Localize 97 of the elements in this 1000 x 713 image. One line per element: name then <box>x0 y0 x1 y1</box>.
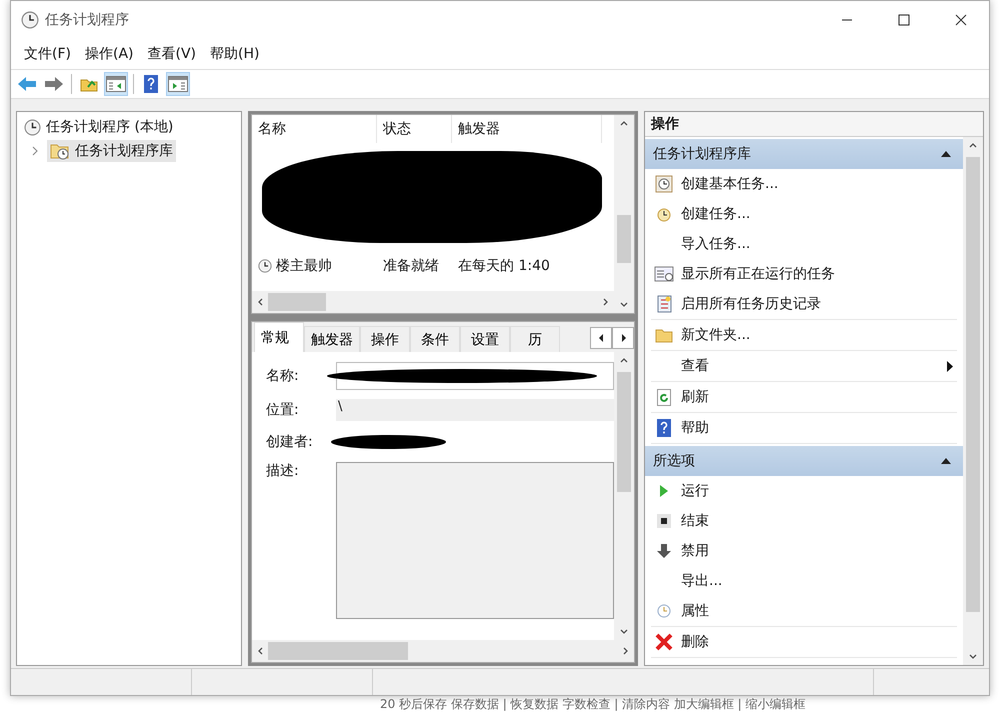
action-item[interactable]: 查看 <box>647 351 957 381</box>
background-page-text: 20 秒后保存 保存数据 | 恢复数据 字数检查 | 清除内容 加大编辑框 | 缩小编辑框 <box>379 696 807 712</box>
tab[interactable]: 常规 <box>254 322 304 352</box>
left-triangle-icon <box>598 334 604 342</box>
field-label: 创建者: <box>266 433 314 451</box>
column-header[interactable]: 状态 <box>377 115 452 143</box>
help-icon <box>657 419 671 437</box>
menu-item[interactable]: 操作(A) <box>78 45 140 63</box>
folder-clock-icon <box>50 142 70 160</box>
right-arrow-icon <box>44 76 64 92</box>
submenu-arrow-icon <box>947 360 953 372</box>
tab[interactable]: 操作 <box>360 326 410 352</box>
column-header[interactable]: 触发器 <box>452 115 602 143</box>
clock-icon <box>657 604 671 618</box>
tab[interactable]: 条件 <box>410 326 460 352</box>
action-item[interactable]: 禁用 <box>647 536 957 566</box>
action-item[interactable]: 属性 <box>647 596 957 626</box>
right-triangle-icon <box>620 334 626 342</box>
horizontal-scrollbar[interactable] <box>252 640 634 662</box>
scroll-right-button[interactable] <box>612 327 634 349</box>
action-item[interactable]: 启用所有任务历史记录 <box>647 289 957 319</box>
close-icon <box>954 14 966 26</box>
scrollbar-thumb[interactable] <box>268 293 326 311</box>
clock-icon <box>24 118 41 136</box>
location-field: \ <box>336 399 614 421</box>
pane-icon <box>106 76 126 92</box>
field-label: 描述: <box>266 462 300 480</box>
action-item[interactable]: 导入任务... <box>647 229 957 259</box>
description-field[interactable] <box>336 462 614 619</box>
tab[interactable]: 历 <box>510 326 560 352</box>
notebook-icon <box>656 295 672 313</box>
maximize-icon <box>898 14 910 26</box>
help-icon <box>144 75 158 93</box>
collapse-triangle-icon[interactable] <box>941 151 951 157</box>
tab[interactable]: 触发器 <box>304 326 360 352</box>
menu-item[interactable]: 文件(F) <box>17 45 78 63</box>
vertical-scrollbar[interactable] <box>963 137 983 665</box>
vertical-scrollbar[interactable] <box>614 352 634 640</box>
scrollbar-thumb[interactable] <box>617 215 631 263</box>
pane-toggle-button[interactable] <box>166 72 190 96</box>
chevron-up-icon[interactable] <box>969 141 977 149</box>
section-header[interactable]: 任务计划程序库 <box>645 139 963 169</box>
clock-icon <box>656 206 672 222</box>
scroll-left-button[interactable] <box>590 327 612 349</box>
clock-icon <box>21 11 39 29</box>
chevron-right-icon[interactable] <box>602 298 610 306</box>
stop-icon <box>657 514 671 528</box>
scrollbar-thumb[interactable] <box>966 157 980 612</box>
pane-toggle-button[interactable] <box>104 72 128 96</box>
collapse-triangle-icon[interactable] <box>941 458 951 464</box>
task-status-cell-text: 准备就绪 <box>382 257 440 275</box>
action-item[interactable]: 刷新 <box>647 382 957 412</box>
chevron-right-icon[interactable] <box>622 647 630 655</box>
down-arrow-icon <box>656 543 672 559</box>
vertical-scrollbar[interactable] <box>614 115 634 313</box>
chevron-left-icon[interactable] <box>256 298 264 306</box>
action-item[interactable]: 创建任务... <box>647 199 957 229</box>
folder-icon <box>655 327 673 343</box>
scrollbar-thumb[interactable] <box>268 642 408 660</box>
action-item[interactable]: 删除 <box>647 627 957 657</box>
field-label: 位置: <box>266 401 300 419</box>
action-item[interactable]: 新文件夹... <box>647 320 957 350</box>
action-item[interactable]: 结束 <box>647 506 957 536</box>
chevron-up-icon[interactable] <box>620 119 628 127</box>
chevron-down-icon[interactable] <box>620 301 628 309</box>
menu-item[interactable]: 查看(V) <box>140 45 204 63</box>
column-header[interactable]: 名称 <box>252 115 377 143</box>
section-header[interactable]: 所选项 <box>645 446 963 476</box>
pane-header: 操作 <box>645 112 983 137</box>
play-icon <box>659 484 669 498</box>
tree-item[interactable]: 任务计划程序 (本地) <box>21 116 176 138</box>
menu-item[interactable]: 帮助(H) <box>203 45 266 63</box>
tree-item[interactable]: 任务计划程序库 <box>47 140 176 162</box>
delete-icon <box>654 632 674 652</box>
action-item[interactable]: 创建基本任务... <box>647 169 957 199</box>
field-label: 名称: <box>266 367 300 385</box>
scrollbar-thumb[interactable] <box>617 372 631 492</box>
pane-icon <box>168 76 188 92</box>
task-trigger-cell-text: 在每天的 1:40 <box>457 257 551 275</box>
refresh-icon <box>657 388 671 406</box>
chevron-left-icon[interactable] <box>256 647 264 655</box>
task-name-cell: 楼主最帅 <box>252 257 377 275</box>
action-item[interactable]: 帮助 <box>647 413 957 443</box>
tab[interactable]: 设置 <box>460 326 510 352</box>
chevron-down-icon[interactable] <box>969 653 977 661</box>
chevron-up-icon[interactable] <box>620 356 628 364</box>
action-item[interactable]: 显示所有正在运行的任务 <box>647 259 957 289</box>
list-clock-icon <box>654 266 674 282</box>
left-arrow-icon <box>17 76 37 92</box>
clock-icon <box>655 175 673 193</box>
window-title: 任务计划程序 <box>45 11 129 29</box>
clock-icon <box>258 259 272 273</box>
chevron-down-icon[interactable] <box>620 628 628 636</box>
expand-chevron-icon[interactable] <box>31 146 39 156</box>
horizontal-scrollbar[interactable] <box>252 291 614 313</box>
action-item[interactable]: 运行 <box>647 476 957 506</box>
action-item[interactable]: 导出... <box>647 566 957 596</box>
